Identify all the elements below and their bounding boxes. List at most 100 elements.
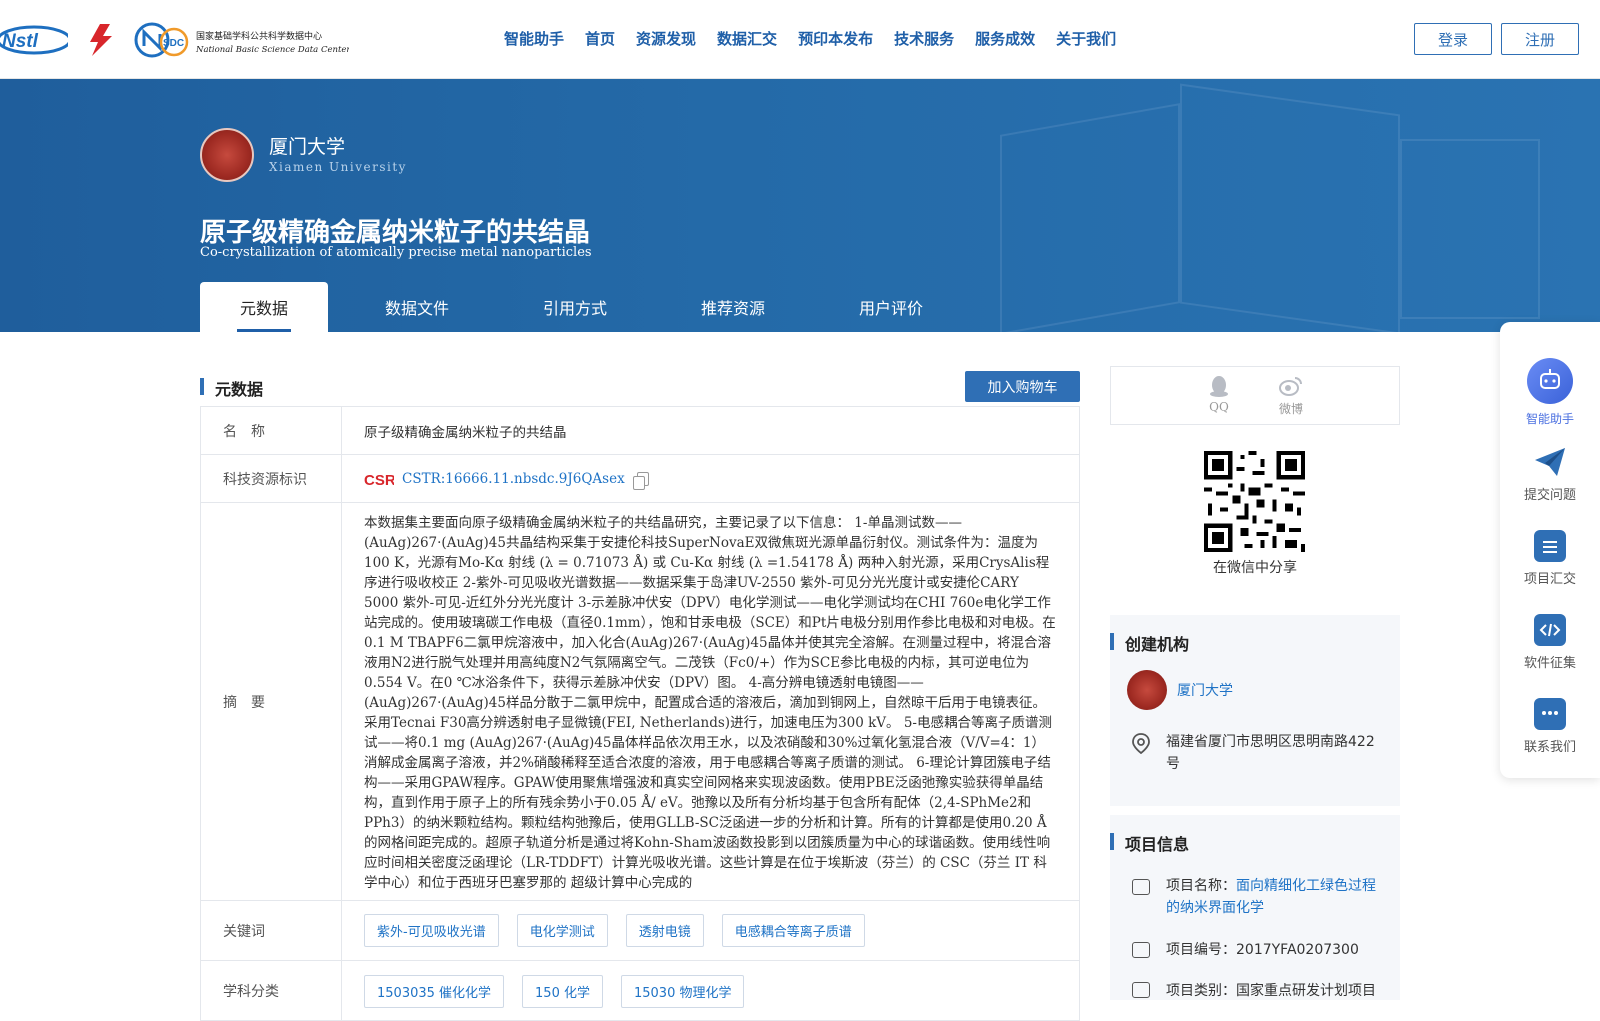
- org-logo: [1127, 670, 1167, 710]
- float-project-submit[interactable]: 项目汇交: [1500, 530, 1600, 587]
- code-icon: [1534, 614, 1566, 646]
- nav-results[interactable]: 服务成效: [975, 28, 1035, 49]
- tab-reviews[interactable]: 用户评价: [812, 282, 970, 332]
- banner-decoration: [1400, 139, 1540, 319]
- float-submit-label: 提交问题: [1523, 488, 1576, 503]
- keyword-tag[interactable]: 紫外-可见吸收光谱: [364, 914, 499, 947]
- project-name-row: 项目名称：面向精细化工绿色过程的纳米界面化学: [1166, 875, 1381, 919]
- qq-icon: [1210, 376, 1228, 397]
- dataset-title-en: Co-crystallization of atomically precise…: [200, 245, 592, 260]
- location-icon: [1132, 733, 1150, 754]
- subject-tag[interactable]: 150 化学: [522, 975, 603, 1008]
- wechat-qr-code: [1204, 451, 1305, 552]
- row-value: CSR CSTR:16666.11.nbsdc.9J6QAsex: [342, 455, 1079, 502]
- banner-decoration: [1180, 83, 1400, 332]
- metadata-table: 名 称 原子级精确金属纳米粒子的共结晶 科技资源标识 CSR CSTR:1666…: [200, 406, 1080, 1021]
- metadata-section-title: 元数据: [200, 376, 263, 400]
- keyword-tag[interactable]: 电化学测试: [516, 914, 608, 947]
- abstract-text: 本数据集主要面向原子级精确金属纳米粒子的共结晶研究，主要记录了以下信息： 1-单…: [364, 515, 1056, 891]
- table-row: 科技资源标识 CSR CSTR:16666.11.nbsdc.9J6QAsex: [201, 455, 1079, 503]
- row-label: 学科分类: [201, 961, 342, 1021]
- float-contact-label: 联系我们: [1523, 740, 1576, 755]
- svg-text:国家基础学科公共科学数据中心: 国家基础学科公共科学数据中心: [196, 30, 322, 42]
- project-type-row: 项目类别：国家重点研发计划项目: [1166, 980, 1381, 1002]
- project-number-label: 项目编号：: [1166, 942, 1236, 958]
- keyword-tag[interactable]: 电感耦合等离子质谱: [721, 914, 865, 947]
- banner-decoration: [1000, 103, 1180, 332]
- institution-logo: [200, 128, 254, 182]
- project-name-icon: [1132, 879, 1150, 895]
- nav-data-submit[interactable]: 数据汇交: [717, 28, 777, 49]
- login-button[interactable]: 登录: [1414, 23, 1492, 55]
- register-button[interactable]: 注册: [1501, 23, 1579, 55]
- institution-name-en: Xiamen University: [269, 160, 407, 174]
- list-folder-icon: [1534, 530, 1566, 562]
- tab-recommended[interactable]: 推荐资源: [654, 282, 812, 332]
- share-weibo[interactable]: 微博: [1271, 375, 1311, 417]
- keyword-tag[interactable]: 透射电镜: [625, 914, 704, 947]
- float-assistant[interactable]: 智能助手: [1500, 358, 1600, 427]
- cstr-id[interactable]: CSTR:16666.11.nbsdc.9J6QAsex: [402, 471, 625, 487]
- float-assistant-label: 智能助手: [1525, 412, 1574, 426]
- project-type-label: 项目类别：: [1166, 983, 1236, 999]
- add-to-cart-button[interactable]: 加入购物车: [965, 371, 1080, 402]
- project-info-title: 项目信息: [1110, 831, 1189, 855]
- nav-home[interactable]: 首页: [585, 28, 615, 49]
- tab-metadata[interactable]: 元数据: [200, 282, 328, 332]
- table-row: 摘 要 本数据集主要面向原子级精确金属纳米粒子的共结晶研究，主要记录了以下信息：…: [201, 503, 1079, 901]
- chat-icon: [1534, 698, 1566, 730]
- share-qq[interactable]: QQ: [1199, 375, 1239, 414]
- row-value: 原子级精确金属纳米粒子的共结晶: [364, 424, 567, 441]
- top-header: Nstl SDC 国家基础学科公共科学数据中心 National Basic S…: [0, 0, 1600, 79]
- svg-text:National Basic Science Data Ce: National Basic Science Data Center: [195, 45, 349, 55]
- nav-preprint[interactable]: 预印本发布: [798, 28, 873, 49]
- row-label: 关键词: [201, 901, 342, 960]
- share-panel: QQ 微博: [1110, 366, 1400, 425]
- project-type-icon: [1132, 982, 1150, 998]
- floating-toolbar: 智能助手 提交问题 项目汇交 软件征集 联系我们: [1500, 322, 1600, 778]
- table-row: 关键词 紫外-可见吸收光谱 电化学测试 透射电镜 电感耦合等离子质谱: [201, 901, 1079, 961]
- cstr-icon: CSR: [364, 472, 394, 487]
- nav-discover[interactable]: 资源发现: [636, 28, 696, 49]
- float-project-label: 项目汇交: [1523, 572, 1576, 587]
- subject-tag[interactable]: 1503035 催化化学: [364, 975, 505, 1008]
- table-row: 学科分类 1503035 催化化学 150 化学 15030 物理化学: [201, 961, 1079, 1021]
- svg-text:Nstl: Nstl: [2, 31, 39, 52]
- share-weibo-label: 微博: [1278, 402, 1303, 416]
- detail-tabs: 元数据 数据文件 引用方式 推荐资源 用户评价: [200, 282, 970, 332]
- row-label: 科技资源标识: [201, 455, 342, 502]
- nstl-logo[interactable]: Nstl: [0, 22, 68, 58]
- red-logo-icon[interactable]: [82, 22, 120, 58]
- nsdc-logo[interactable]: SDC 国家基础学科公共科学数据中心 National Basic Scienc…: [134, 20, 349, 60]
- project-name-label: 项目名称：: [1166, 878, 1236, 894]
- cstr-link[interactable]: CSR CSTR:16666.11.nbsdc.9J6QAsex: [364, 471, 625, 487]
- project-number: 2017YFA0207300: [1236, 942, 1359, 958]
- svg-text:CSR: CSR: [364, 472, 394, 487]
- tab-data-files[interactable]: 数据文件: [338, 282, 496, 332]
- row-label: 摘 要: [201, 503, 342, 900]
- nav-tech-service[interactable]: 技术服务: [894, 28, 954, 49]
- paper-plane-icon: [1535, 448, 1565, 476]
- copy-icon[interactable]: [632, 471, 649, 490]
- institution-name[interactable]: 厦门大学: [269, 132, 345, 159]
- project-number-row: 项目编号：2017YFA0207300: [1166, 939, 1381, 961]
- org-address: 福建省厦门市思明区思明南路422号: [1166, 734, 1375, 772]
- dataset-title: 原子级精确金属纳米粒子的共结晶: [200, 218, 591, 248]
- float-software-label: 软件征集: [1523, 656, 1576, 671]
- subject-tag[interactable]: 15030 物理化学: [620, 975, 745, 1008]
- float-submit-question[interactable]: 提交问题: [1500, 446, 1600, 503]
- float-contact-us[interactable]: 联系我们: [1500, 698, 1600, 755]
- qr-caption: 在微信中分享: [1213, 560, 1297, 576]
- nav-about[interactable]: 关于我们: [1056, 28, 1116, 49]
- org-name-link[interactable]: 厦门大学: [1177, 680, 1233, 700]
- keyword-list: 紫外-可见吸收光谱 电化学测试 透射电镜 电感耦合等离子质谱: [342, 901, 1079, 960]
- robot-icon: [1527, 358, 1573, 404]
- row-label: 名 称: [201, 407, 342, 454]
- svg-text:SDC: SDC: [163, 38, 184, 49]
- tab-citation[interactable]: 引用方式: [496, 282, 654, 332]
- weibo-icon: [1279, 377, 1302, 396]
- nav-assistant[interactable]: 智能助手: [504, 28, 564, 49]
- share-qq-label: QQ: [1209, 400, 1229, 414]
- float-software-call[interactable]: 软件征集: [1500, 614, 1600, 671]
- subject-list: 1503035 催化化学 150 化学 15030 物理化学: [342, 961, 1079, 1008]
